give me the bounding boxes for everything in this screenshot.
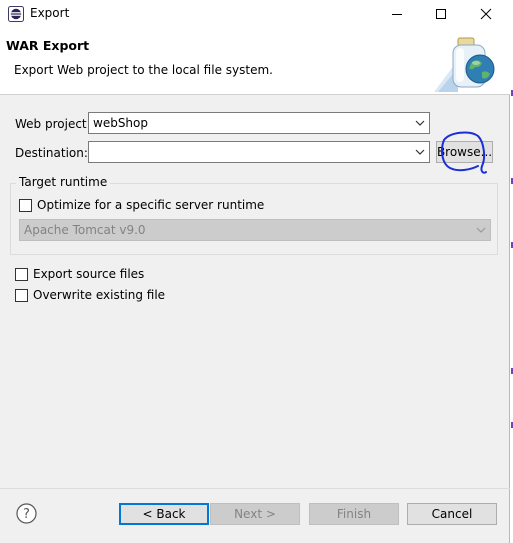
minimize-icon bbox=[392, 14, 402, 15]
destination-combo[interactable] bbox=[88, 141, 430, 163]
finish-button[interactable]: Finish bbox=[309, 503, 399, 525]
eclipse-app-icon bbox=[8, 6, 24, 22]
export-jar-globe-icon bbox=[432, 34, 506, 94]
page-description: Export Web project to the local file sys… bbox=[14, 63, 273, 77]
wizard-header: WAR Export Export Web project to the loc… bbox=[0, 28, 510, 95]
web-project-label: Web project: bbox=[15, 117, 91, 131]
chevron-down-icon bbox=[411, 142, 429, 162]
help-icon: ? bbox=[16, 503, 37, 524]
overwrite-option[interactable]: Overwrite existing file bbox=[15, 288, 165, 302]
close-button[interactable] bbox=[463, 0, 509, 28]
cancel-button[interactable]: Cancel bbox=[407, 503, 497, 525]
export-source-checkbox[interactable] bbox=[15, 267, 28, 281]
target-runtime-title: Target runtime bbox=[16, 175, 111, 189]
maximize-button[interactable] bbox=[418, 0, 464, 28]
target-runtime-group: Target runtime Optimize for a specific s… bbox=[10, 175, 498, 255]
export-dialog: Export WAR Export Export Web project to … bbox=[0, 0, 510, 543]
maximize-icon bbox=[436, 9, 446, 19]
title-bar: Export bbox=[0, 0, 510, 28]
overwrite-label: Overwrite existing file bbox=[33, 288, 166, 302]
server-runtime-value: Apache Tomcat v9.0 bbox=[24, 223, 146, 237]
minimize-button[interactable] bbox=[374, 0, 420, 28]
next-button[interactable]: Next > bbox=[210, 503, 300, 525]
optimize-runtime-option[interactable]: Optimize for a specific server runtime bbox=[19, 198, 264, 212]
browse-button[interactable]: Browse... bbox=[436, 141, 493, 163]
footer-divider bbox=[0, 488, 510, 489]
optimize-runtime-checkbox[interactable] bbox=[19, 198, 32, 212]
chevron-down-icon bbox=[472, 227, 490, 233]
export-source-option[interactable]: Export source files bbox=[15, 267, 144, 281]
close-icon bbox=[480, 8, 492, 20]
overwrite-checkbox[interactable] bbox=[15, 288, 28, 302]
svg-text:?: ? bbox=[23, 507, 30, 522]
web-project-select[interactable]: webShop bbox=[88, 112, 430, 134]
export-source-label: Export source files bbox=[33, 267, 145, 281]
chevron-down-icon bbox=[411, 113, 429, 133]
destination-label: Destination: bbox=[15, 146, 88, 160]
web-project-value: webShop bbox=[93, 116, 148, 130]
page-title: WAR Export bbox=[6, 38, 90, 53]
server-runtime-select: Apache Tomcat v9.0 bbox=[19, 219, 491, 241]
back-button[interactable]: < Back bbox=[119, 503, 209, 525]
help-button[interactable]: ? bbox=[16, 503, 37, 524]
window-title: Export bbox=[30, 6, 70, 20]
optimize-runtime-label: Optimize for a specific server runtime bbox=[37, 198, 265, 212]
